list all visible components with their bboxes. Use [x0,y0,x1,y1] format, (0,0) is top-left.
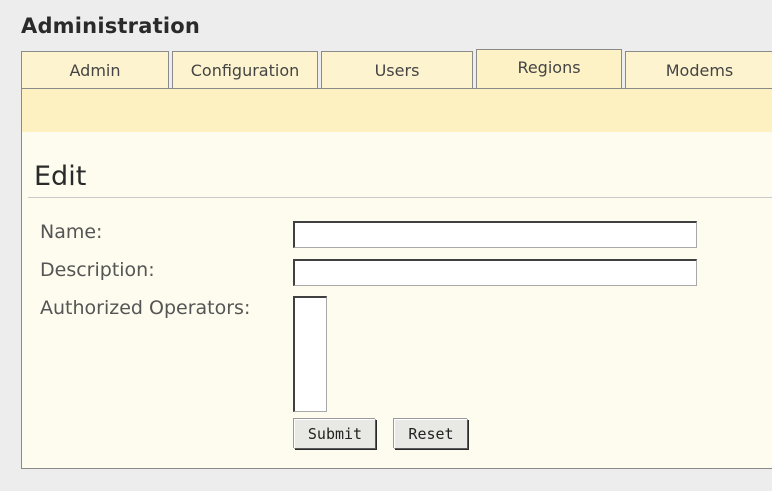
name-label: Name: [40,221,103,243]
subnav-band [22,89,772,132]
tab-users[interactable]: Users [321,51,473,88]
authorized-operators-listbox[interactable] [293,296,327,412]
reset-button[interactable]: Reset [394,419,468,449]
tab-bar: Admin Configuration Users Regions Modems [21,49,772,88]
description-input[interactable] [293,259,697,286]
section-divider [28,197,772,198]
tab-configuration[interactable]: Configuration [172,51,318,88]
description-label: Description: [40,259,155,281]
content-panel: Edit Name: Description: Authorized Opera… [21,88,772,469]
tab-modems[interactable]: Modems [625,51,772,88]
tab-admin[interactable]: Admin [21,51,169,88]
authorized-operators-label: Authorized Operators: [40,297,251,319]
app-title: Administration [21,14,200,38]
section-title: Edit [34,161,87,192]
tab-regions[interactable]: Regions [476,49,622,88]
submit-button[interactable]: Submit [294,419,376,449]
name-input[interactable] [293,221,697,248]
